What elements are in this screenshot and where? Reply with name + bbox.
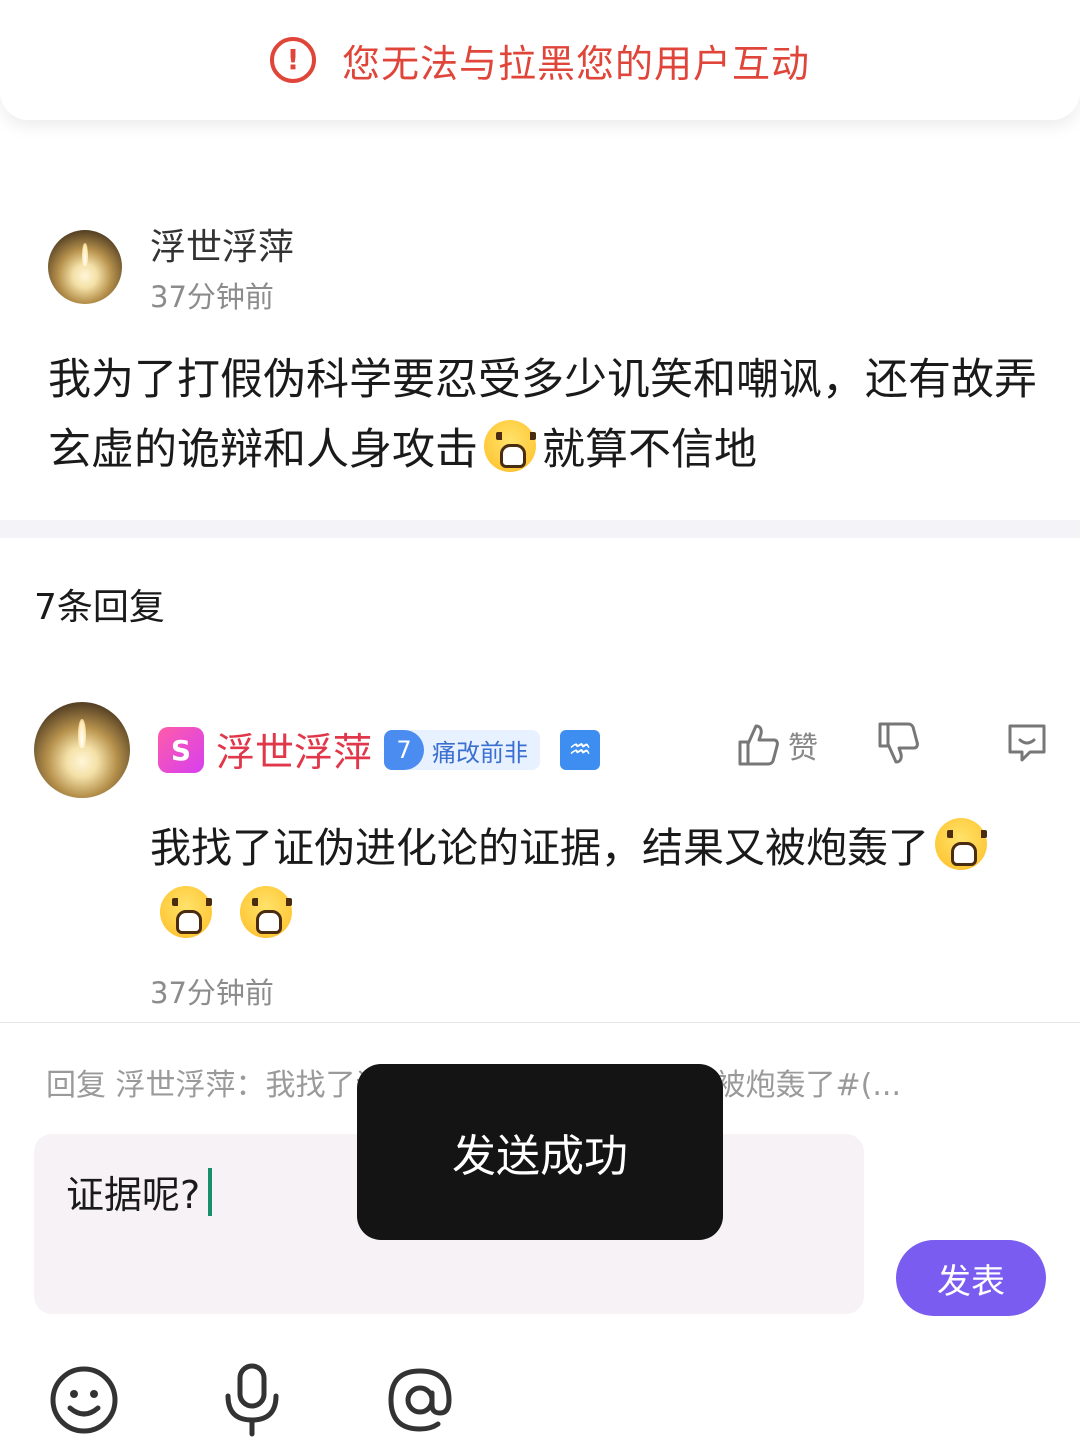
dislike-button[interactable]	[876, 720, 920, 770]
mention-button[interactable]	[382, 1362, 458, 1438]
section-divider	[0, 520, 1080, 538]
comment-bubble-icon	[1008, 724, 1046, 762]
reply-text: 我找了证伪进化论的证据，结果又被炮轰了	[150, 824, 929, 872]
composer-toolbar	[46, 1362, 486, 1438]
divider	[0, 1022, 1080, 1023]
post-text-continued: 就算不信地	[542, 425, 757, 475]
text-caret	[208, 1167, 213, 1216]
toast-message: 发送成功	[357, 1064, 723, 1240]
at-sign-icon	[388, 1368, 452, 1432]
reply-body[interactable]: 我找了证伪进化论的证据，结果又被炮轰了	[150, 814, 1050, 950]
reply-input-value[interactable]: 证据呢?	[66, 1164, 200, 1219]
crying-face-emoji	[240, 886, 292, 938]
blocked-notice-text: 您无法与拉黑您的用户互动	[341, 41, 810, 86]
avatar[interactable]	[34, 702, 130, 798]
thumbs-up-icon	[738, 724, 779, 766]
microphone-icon	[225, 1363, 279, 1437]
aquarius-icon: ♒	[560, 730, 601, 770]
level-badge[interactable]: 7 痛改前非	[384, 730, 541, 770]
post-author-name[interactable]: 浮世浮萍	[150, 218, 294, 270]
like-label: 赞	[788, 731, 818, 766]
avatar[interactable]	[48, 230, 122, 304]
reply-time: 37分钟前	[150, 976, 274, 1010]
reply-header: S 浮世浮萍 7 痛改前非 ♒	[158, 722, 601, 778]
crying-face-emoji	[160, 886, 212, 938]
emoji-button[interactable]	[46, 1362, 122, 1438]
voice-button[interactable]	[214, 1362, 290, 1438]
comment-detail-page: ! 您无法与拉黑您的用户互动 浮世浮萍 37分钟前 我为了打假伪科学要忍受多少讥…	[0, 0, 1080, 1448]
post-author[interactable]: 浮世浮萍 37分钟前	[48, 218, 294, 316]
svip-badge-icon: S	[158, 727, 204, 773]
post-meta: 浮世浮萍 37分钟前	[150, 218, 294, 316]
crying-face-emoji	[484, 420, 536, 472]
crying-face-emoji	[935, 818, 987, 870]
level-number: 7	[384, 730, 425, 770]
reply-actions: 赞	[736, 720, 1050, 770]
thumbs-down-icon	[878, 722, 919, 764]
post-time: 37分钟前	[150, 280, 274, 314]
level-title: 痛改前非	[432, 738, 529, 767]
like-button[interactable]: 赞	[736, 722, 818, 768]
smiley-icon	[50, 1366, 118, 1434]
reply-avatar[interactable]	[34, 702, 130, 798]
reply-author-name[interactable]: 浮世浮萍	[216, 722, 372, 778]
post-body[interactable]: 我为了打假伪科学要忍受多少讥笑和嘲讽，还有故弄玄虚的诡辩和人身攻击 就算不信地	[48, 345, 1038, 485]
comment-button[interactable]	[1004, 720, 1050, 770]
reply-count: 7条回复	[34, 587, 165, 628]
exclamation-circle-icon: !	[269, 37, 316, 83]
publish-button[interactable]: 发表	[896, 1240, 1046, 1316]
blocked-notice-banner: ! 您无法与拉黑您的用户互动	[0, 0, 1080, 120]
